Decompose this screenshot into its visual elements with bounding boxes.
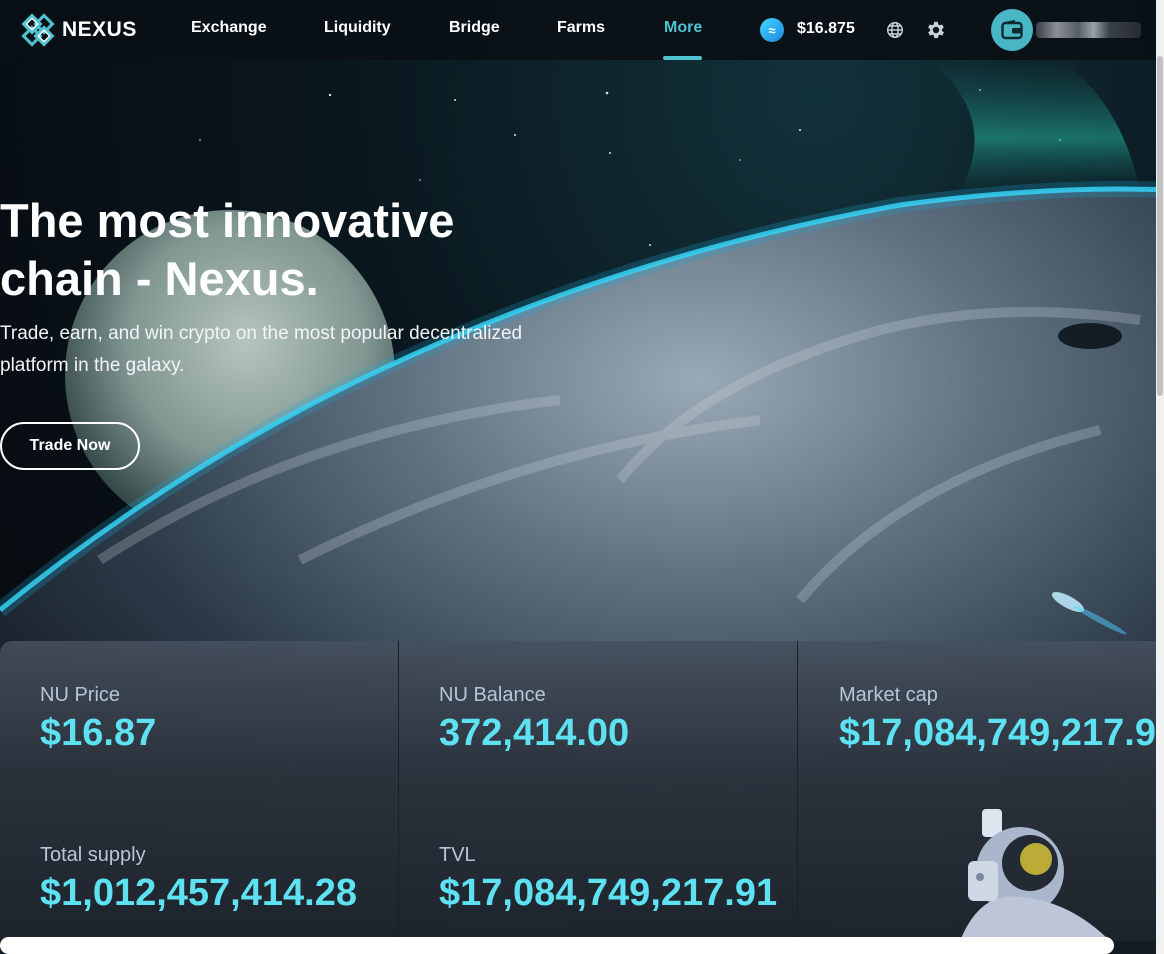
nav-liquidity[interactable]: Liquidity bbox=[324, 19, 391, 37]
vertical-scrollbar-thumb[interactable] bbox=[1157, 56, 1163, 396]
horizontal-scrollbar[interactable] bbox=[0, 937, 1114, 954]
logo-icon bbox=[21, 13, 55, 47]
stat-value-total-supply: $1,012,457,414.28 bbox=[40, 872, 357, 914]
brand-name: NEXUS bbox=[62, 18, 137, 41]
top-nav: NEXUS Exchange Liquidity Bridge Farms Mo… bbox=[0, 0, 1164, 60]
gear-icon[interactable] bbox=[925, 19, 947, 41]
wallet-address-redacted[interactable] bbox=[1036, 22, 1141, 38]
stat-value-tvl: $17,084,749,217.91 bbox=[439, 872, 778, 914]
stats-panel: NU Price $16.87 NU Balance 372,414.00 Ma… bbox=[0, 641, 1164, 941]
stats-divider bbox=[797, 641, 798, 941]
stats-divider bbox=[398, 641, 399, 941]
hero-title: The most innovative chain - Nexus. bbox=[0, 194, 455, 305]
wallet-button[interactable] bbox=[991, 9, 1033, 51]
nav-bridge[interactable]: Bridge bbox=[449, 19, 500, 37]
globe-icon[interactable] bbox=[886, 21, 904, 39]
active-tab-indicator bbox=[663, 56, 702, 60]
stat-label-nu-balance: NU Balance bbox=[439, 684, 546, 706]
trade-now-button[interactable]: Trade Now bbox=[0, 422, 140, 470]
stat-value-nu-price: $16.87 bbox=[40, 712, 157, 754]
stat-label-tvl: TVL bbox=[439, 844, 476, 866]
stat-label-market-cap: Market cap bbox=[839, 684, 938, 706]
stat-label-total-supply: Total supply bbox=[40, 844, 146, 866]
nav-exchange[interactable]: Exchange bbox=[191, 19, 267, 37]
stat-label-nu-price: NU Price bbox=[40, 684, 121, 706]
logo[interactable]: NEXUS bbox=[18, 10, 137, 50]
astronaut-illustration bbox=[960, 809, 1110, 941]
nav-more[interactable]: More bbox=[664, 19, 702, 37]
token-icon: ≈ bbox=[760, 18, 784, 42]
hero-subtitle: Trade, earn, and win crypto on the most … bbox=[0, 323, 523, 376]
stat-value-market-cap: $17,084,749,217.91 bbox=[839, 712, 1164, 754]
token-price[interactable]: $16.875 bbox=[797, 20, 855, 38]
stat-value-nu-balance: 372,414.00 bbox=[439, 712, 630, 754]
wallet-icon bbox=[1001, 20, 1023, 40]
nav-farms[interactable]: Farms bbox=[557, 19, 605, 37]
